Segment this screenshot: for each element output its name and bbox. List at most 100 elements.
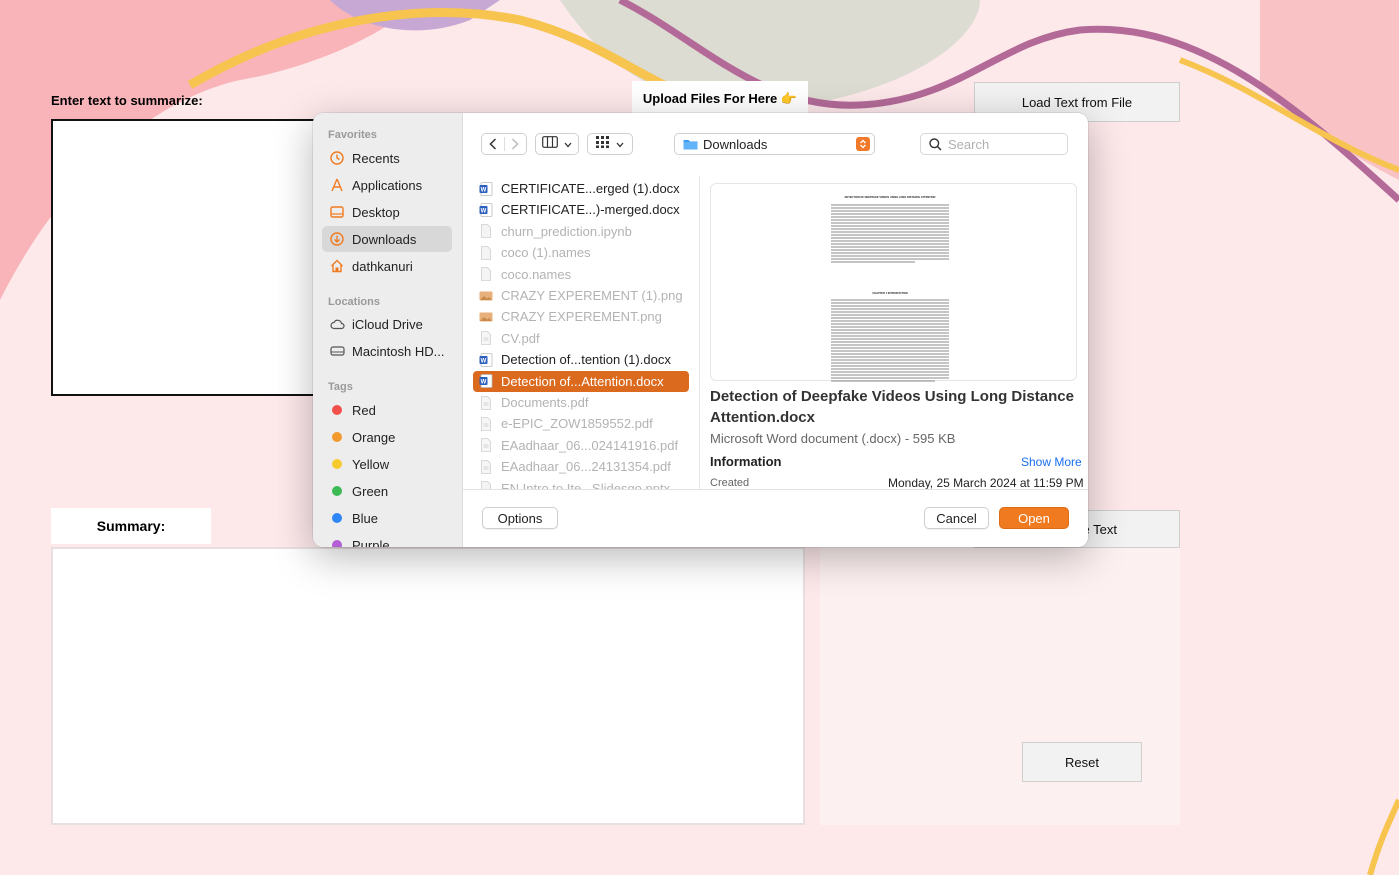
column-view-button[interactable]: [535, 133, 579, 155]
file-row: CV.pdf: [473, 328, 689, 349]
sidebar-item-label: dathkanuri: [352, 258, 413, 274]
chevron-left-icon[interactable]: [482, 138, 504, 150]
sidebar-item-icloud[interactable]: iCloud Drive: [322, 311, 452, 337]
sidebar-tag-orange[interactable]: Orange: [322, 424, 452, 450]
dialog-sidebar: Favorites Recents Applications Desktop D…: [313, 113, 463, 547]
applications-icon: [329, 177, 345, 193]
file-row: CRAZY EXPEREMENT (1).png: [473, 285, 689, 306]
file-list: W CERTIFICATE...erged (1).docx W CERTIFI…: [463, 176, 699, 489]
right-panel: [820, 547, 1180, 825]
preview-text-lines-bottom: [831, 299, 949, 382]
sidebar-item-recents[interactable]: Recents: [322, 145, 452, 171]
generic-file-icon: [481, 245, 491, 260]
sidebar-item-label: Blue: [352, 510, 379, 526]
file-name: coco (1).names: [501, 245, 591, 261]
upload-files-label: Upload Files For Here 👉: [632, 81, 808, 117]
word-doc-icon: W: [479, 181, 493, 196]
enter-text-label: Enter text to summarize:: [51, 93, 203, 108]
file-row-selected[interactable]: W Detection of...Attention.docx: [473, 370, 689, 392]
image-file-icon: [479, 291, 493, 300]
file-row: EAadhaar_06...024141916.pdf: [473, 435, 689, 456]
preview-file-title: Detection of Deepfake Videos Using Long …: [710, 388, 1074, 426]
cancel-button[interactable]: Cancel: [924, 507, 989, 529]
file-row[interactable]: W Detection of...tention (1).docx: [473, 349, 689, 370]
clock-icon: [329, 150, 345, 166]
file-open-dialog: Favorites Recents Applications Desktop D…: [313, 113, 1088, 547]
sidebar-item-home[interactable]: dathkanuri: [322, 253, 452, 279]
text-input-area[interactable]: [51, 119, 351, 396]
generic-file-icon: [481, 224, 491, 239]
file-row: EN Intro to Ite...Slidesgo.pptx: [473, 478, 689, 489]
file-row: Documents.pdf: [473, 392, 689, 413]
file-name: Detection of...Attention.docx: [501, 373, 664, 389]
file-row: CRAZY EXPEREMENT.png: [473, 306, 689, 327]
search-icon: [929, 137, 942, 151]
image-file-icon: [479, 312, 493, 322]
tag-dot-icon: [329, 402, 345, 418]
preview-doc-chapter: CHAPTER 1 INTRODUCTION: [872, 292, 908, 296]
sidebar-item-desktop[interactable]: Desktop: [322, 199, 452, 225]
file-row: coco.names: [473, 264, 689, 285]
sidebar-tag-purple[interactable]: Purple: [322, 532, 452, 547]
tag-dot-icon: [329, 537, 345, 547]
sidebar-item-label: Recents: [352, 150, 400, 166]
file-name: Documents.pdf: [501, 395, 589, 410]
generic-file-icon: [481, 267, 491, 281]
sidebar-item-label: Yellow: [352, 456, 390, 472]
file-row[interactable]: W CERTIFICATE...erged (1).docx: [473, 178, 689, 199]
sidebar-tag-blue[interactable]: Blue: [322, 505, 452, 531]
svg-text:W: W: [481, 358, 487, 364]
summary-label: Summary:: [51, 508, 211, 544]
location-dropdown[interactable]: Downloads: [674, 133, 875, 155]
file-name: CRAZY EXPEREMENT.png: [501, 309, 662, 325]
word-doc-icon: W: [479, 352, 493, 367]
file-name: EAadhaar_06...024141916.pdf: [501, 437, 679, 453]
sidebar-tag-green[interactable]: Green: [322, 478, 452, 504]
chevron-right-icon[interactable]: [505, 138, 527, 150]
disk-icon: [329, 343, 345, 359]
group-view-button[interactable]: [587, 133, 633, 155]
file-name: CV.pdf: [501, 330, 540, 346]
pdf-file-icon: [481, 395, 491, 410]
open-button[interactable]: Open: [999, 507, 1069, 529]
preview-doc-heading: DETECTION OF DEEPFAKE VIDEOS USING LONG …: [844, 196, 936, 199]
updown-chevron-icon: [856, 137, 870, 151]
sidebar-item-label: Applications: [352, 177, 423, 193]
home-icon: [329, 258, 345, 274]
sidebar-item-label: iCloud Drive: [352, 316, 423, 332]
show-more-link[interactable]: Show More: [1021, 455, 1082, 469]
tag-dot-icon: [329, 429, 345, 445]
file-name: e-EPIC_ZOW1859552.pdf: [501, 416, 653, 432]
folder-icon: [683, 138, 698, 150]
generic-file-icon: [481, 481, 491, 489]
file-name: EN Intro to Ite...Slidesgo.pptx: [501, 480, 671, 489]
search-input[interactable]: Search: [920, 133, 1068, 155]
back-forward-buttons[interactable]: [481, 133, 527, 155]
sidebar-item-downloads[interactable]: Downloads: [322, 226, 452, 252]
options-button[interactable]: Options: [482, 507, 558, 529]
tags-heading: Tags: [328, 381, 353, 393]
file-name: coco.names: [501, 266, 572, 282]
word-doc-icon: W: [479, 374, 493, 388]
preview-file-kind: Microsoft Word document (.docx) - 595 KB: [710, 431, 956, 446]
locations-heading: Locations: [328, 296, 380, 308]
chevron-down-icon: [616, 135, 624, 153]
column-divider: [699, 176, 700, 489]
reset-button[interactable]: Reset: [1022, 742, 1142, 782]
tag-dot-icon: [329, 456, 345, 472]
sidebar-tag-red[interactable]: Red: [322, 397, 452, 423]
cloud-icon: [329, 316, 345, 332]
file-row[interactable]: W CERTIFICATE...)-merged.docx: [473, 199, 689, 220]
svg-text:W: W: [481, 208, 487, 214]
sidebar-item-label: Macintosh HD...: [352, 343, 445, 359]
desktop-icon: [329, 204, 345, 220]
file-name: churn_prediction.ipynb: [501, 223, 632, 239]
file-name: Detection of...tention (1).docx: [501, 352, 671, 368]
sidebar-tag-yellow[interactable]: Yellow: [322, 451, 452, 477]
sidebar-item-applications[interactable]: Applications: [322, 172, 452, 198]
sidebar-item-macintosh-hd[interactable]: Macintosh HD...: [322, 338, 452, 364]
pdf-file-icon: [481, 416, 491, 431]
file-row: coco (1).names: [473, 242, 689, 263]
file-preview-thumbnail: DETECTION OF DEEPFAKE VIDEOS USING LONG …: [710, 183, 1077, 382]
created-value: Monday, 25 March 2024 at 11:59 PM: [888, 476, 1084, 490]
